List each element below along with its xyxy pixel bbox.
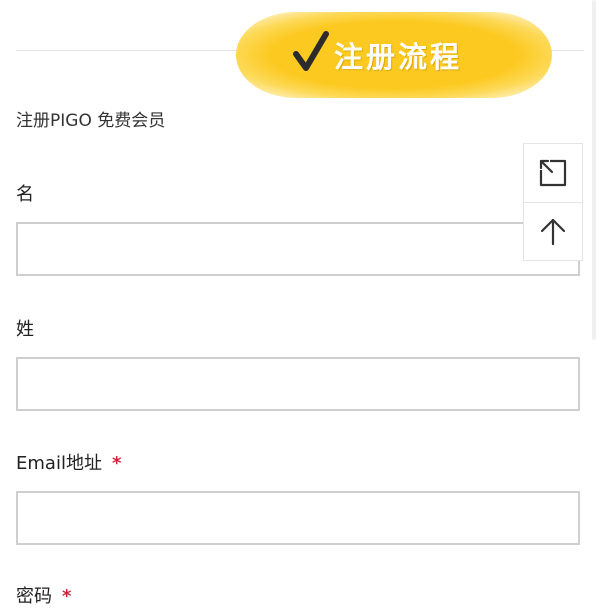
email-label: Email地址 *: [16, 449, 121, 475]
email-label-text: Email地址: [16, 453, 102, 474]
password-label-text: 密码: [16, 586, 52, 607]
intro-text: 注册PIGO 免费会员: [16, 111, 166, 131]
scroll-to-top-button[interactable]: [524, 203, 582, 261]
first-name-label: 名: [16, 180, 34, 206]
floating-tool-panel: [523, 143, 583, 261]
last-name-input[interactable]: [16, 357, 580, 411]
collapse-button[interactable]: [524, 144, 582, 203]
checkmark-icon: [293, 31, 329, 71]
password-required-mark: *: [62, 586, 72, 607]
first-name-label-text: 名: [16, 184, 34, 205]
email-required-mark: *: [111, 453, 122, 474]
first-name-input[interactable]: [16, 222, 580, 276]
email-input[interactable]: [16, 491, 580, 545]
arrow-up-icon: [540, 218, 566, 246]
last-name-label: 姓: [16, 315, 34, 341]
password-label: 密码 *: [16, 582, 71, 608]
last-name-label-text: 姓: [16, 319, 34, 340]
collapse-expand-icon: [539, 159, 567, 187]
banner-title: 注册流程: [334, 40, 463, 74]
scrollbar[interactable]: [592, 0, 596, 340]
